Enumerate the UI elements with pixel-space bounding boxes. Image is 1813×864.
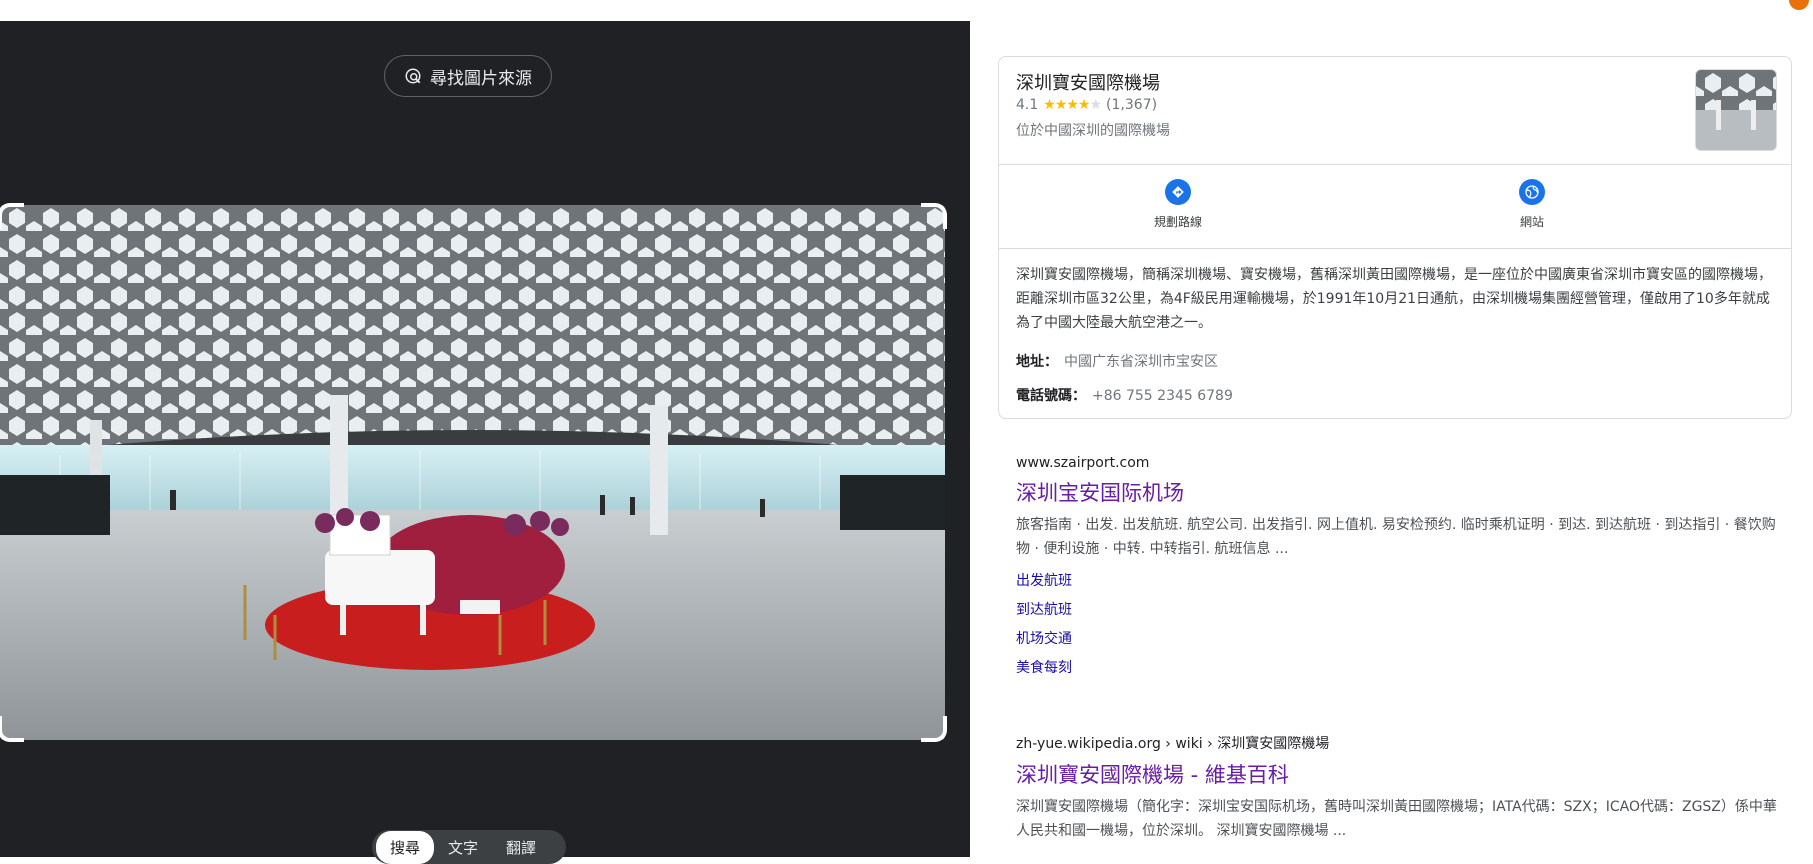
kp-phone-row: 電話號碼： +86 755 2345 6789 [1016, 385, 1233, 405]
directions-button[interactable]: 規劃路線 [1098, 179, 1258, 230]
directions-label: 規劃路線 [1153, 215, 1202, 229]
kp-description: 深圳寶安國際機場，簡稱深圳機場、寶安機場，舊稱深圳黃田國際機場，是一座位於中國廣… [1016, 267, 1772, 331]
sitelink-departures[interactable]: 出发航班 [1016, 570, 1786, 590]
find-image-source-label: 尋找圖片來源 [430, 68, 532, 89]
search-result: www.szairport.com 深圳宝安国际机场 旅客指南 · 出发. 出发… [1016, 455, 1786, 677]
kp-rating: 4.1 ★★★★★ (1,367) [1016, 97, 1157, 113]
divider [999, 248, 1791, 249]
search-result: zh-yue.wikipedia.org › wiki › 深圳寶安國際機場 深… [1016, 733, 1786, 843]
results-pane: 深圳寶安國際機場 4.1 ★★★★★ (1,367) 位於中國深圳的國際機場 規… [970, 21, 1813, 857]
crop-handle-top-left[interactable] [0, 203, 24, 229]
crop-handle-top-right[interactable] [921, 203, 947, 229]
rating-stars-icon: ★★★★★ [1043, 97, 1102, 113]
result-snippet: 深圳寶安國際機場（簡化字：深圳宝安国际机场，舊時叫深圳黃田國際機場；IATA代碼… [1016, 799, 1777, 839]
tab-translate[interactable]: 翻譯 [492, 831, 550, 864]
image-viewer-pane: 尋找圖片來源 搜尋 文字 翻譯 [0, 21, 970, 864]
divider [999, 164, 1791, 165]
tab-search[interactable]: 搜尋 [376, 830, 435, 864]
kp-title: 深圳寶安國際機場 [1016, 73, 1160, 94]
kp-thumbnail[interactable] [1695, 69, 1777, 151]
kp-subtitle: 位於中國深圳的國際機場 [1016, 123, 1170, 139]
website-globe-icon [1519, 179, 1545, 205]
result-snippet: 旅客指南 · 出发. 出发航班. 航空公司. 出发指引. 网上值机. 易安检预约… [1016, 517, 1776, 557]
kp-phone-value[interactable]: +86 755 2345 6789 [1092, 388, 1233, 404]
tab-text[interactable]: 文字 [434, 831, 492, 864]
lens-search-icon [405, 68, 421, 84]
crop-handle-bottom-left[interactable] [0, 716, 24, 742]
website-label: 網站 [1519, 215, 1544, 229]
result-url[interactable]: zh-yue.wikipedia.org › wiki › 深圳寶安國際機場 [1016, 733, 1786, 753]
directions-icon [1165, 179, 1191, 205]
result-url[interactable]: www.szairport.com [1016, 455, 1786, 471]
lens-mode-tabs: 搜尋 文字 翻譯 [372, 830, 566, 864]
kp-phone-label: 電話號碼： [1016, 388, 1086, 404]
airport-photo[interactable] [0, 205, 945, 740]
crop-handle-bottom-right[interactable] [921, 716, 947, 742]
sitelink-arrivals[interactable]: 到达航班 [1016, 599, 1786, 619]
account-avatar[interactable] [1789, 0, 1809, 10]
result-title-link[interactable]: 深圳寶安國際機場 - 維基百科 [1016, 759, 1786, 789]
kp-review-count[interactable]: (1,367) [1106, 97, 1157, 113]
kp-address-value[interactable]: 中國广东省深圳市宝安区 [1064, 354, 1218, 370]
top-bar [0, 0, 1813, 22]
sitelink-dining[interactable]: 美食每刻 [1016, 657, 1786, 677]
kp-rating-value: 4.1 [1016, 97, 1039, 113]
find-image-source-button[interactable]: 尋找圖片來源 [384, 55, 552, 97]
kp-address-row: 地址： 中國广东省深圳市宝安区 [1016, 351, 1218, 371]
sitelink-transport[interactable]: 机场交通 [1016, 628, 1786, 648]
result-title-link[interactable]: 深圳宝安国际机场 [1016, 477, 1786, 507]
kp-address-label: 地址： [1016, 354, 1058, 370]
knowledge-panel: 深圳寶安國際機場 4.1 ★★★★★ (1,367) 位於中國深圳的國際機場 規… [998, 56, 1792, 419]
website-button[interactable]: 網站 [1452, 179, 1612, 230]
